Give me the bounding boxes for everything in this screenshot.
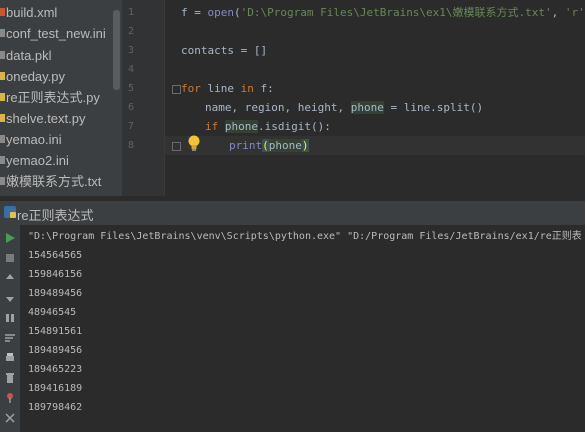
run-tool-window-header: re正则表达式	[0, 200, 585, 226]
lightbulb-icon[interactable]	[187, 134, 201, 152]
code-line-6: name, region, height, phone = line.split…	[205, 98, 483, 117]
tree-item-data-pkl[interactable]: data.pkl	[0, 45, 112, 66]
scroll-down-icon[interactable]	[3, 291, 17, 305]
run-console[interactable]: "D:\Program Files\JetBrains\venv\Scripts…	[20, 225, 585, 432]
python-file-icon	[0, 72, 5, 80]
line-number: 8	[127, 140, 134, 151]
line-number: 7	[127, 121, 134, 132]
tree-item-label: yemao.ini	[6, 132, 62, 147]
print-icon[interactable]	[3, 351, 17, 365]
line-number: 6	[127, 102, 134, 113]
tree-item-label: build.xml	[6, 5, 58, 20]
editor-gutter: 1 2 3 4 5 6 7 8	[122, 0, 165, 196]
trash-icon[interactable]	[3, 371, 17, 385]
ini-file-icon	[0, 135, 5, 143]
tree-item-oneday-py[interactable]: oneday.py	[0, 66, 112, 87]
code-token: )	[301, 139, 309, 152]
tree-item-re-regex-py[interactable]: re正则表达式.py	[0, 87, 112, 108]
code-line-3: contacts = []	[181, 44, 268, 57]
xml-file-icon	[0, 8, 5, 16]
close-icon[interactable]	[3, 411, 17, 425]
fold-marker-icon[interactable]	[172, 142, 181, 151]
python-run-icon	[4, 206, 16, 218]
code-token: for	[181, 82, 201, 95]
code-token: (	[234, 6, 241, 19]
tree-item-yemao-ini[interactable]: yemao.ini	[0, 129, 112, 150]
console-output-line: 48946545	[28, 307, 77, 318]
code-token: phone	[224, 120, 258, 133]
line-number: 3	[127, 45, 134, 56]
tree-item-conf-test-new-ini[interactable]: conf_test_new.ini	[0, 23, 112, 44]
console-output-line: 189416189	[28, 383, 83, 394]
scroll-up-icon[interactable]	[3, 271, 17, 285]
code-token: name, region, height,	[205, 101, 351, 114]
pin-icon[interactable]	[3, 391, 17, 405]
fold-marker-icon[interactable]	[172, 85, 181, 94]
console-command-line: "D:\Program Files\JetBrains\venv\Scripts…	[28, 231, 582, 242]
code-token: (	[262, 139, 269, 152]
tree-item-label: yemao2.ini	[6, 153, 69, 168]
line-number: 4	[127, 64, 134, 75]
python-file-icon	[0, 93, 5, 101]
code-token: print	[229, 139, 263, 152]
tree-item-label: conf_test_new.ini	[6, 26, 106, 41]
code-token: f =	[181, 6, 208, 19]
tree-item-label: re正则表达式.py	[6, 90, 100, 105]
run-side-toolbar	[0, 225, 20, 432]
tree-scrollbar[interactable]	[113, 10, 120, 90]
code-token: 'r'	[564, 6, 585, 19]
code-token: if	[205, 120, 219, 133]
code-line-5: for line in f:	[181, 79, 274, 98]
code-token: .isdigit():	[258, 120, 331, 133]
code-token: = line.split()	[383, 101, 484, 114]
ini-file-icon	[0, 156, 5, 164]
tree-item-label: oneday.py	[6, 69, 66, 84]
code-token: in	[240, 82, 254, 95]
code-line-1: f = open('D:\Program Files\JetBrains\ex1…	[181, 3, 585, 22]
console-output-line: 189489456	[28, 345, 83, 356]
tree-item-label: data.pkl	[6, 48, 52, 63]
code-token: open	[207, 6, 235, 19]
tree-item-build-xml[interactable]: build.xml	[0, 2, 112, 23]
tree-item-label: shelve.text.py	[6, 111, 86, 126]
generic-file-icon	[0, 51, 5, 59]
code-token: 'D:\Program Files\JetBrains\ex1\嫩模联系方式.t…	[240, 6, 552, 19]
code-token: ,	[551, 6, 565, 19]
tree-item-yemao2-ini[interactable]: yemao2.ini	[0, 150, 112, 171]
tree-item-contacts-txt[interactable]: 嫩模联系方式.txt	[0, 171, 112, 192]
rerun-icon[interactable]	[3, 231, 17, 245]
soft-wrap-icon[interactable]	[3, 331, 17, 345]
line-number: 5	[127, 83, 134, 94]
ini-file-icon	[0, 29, 5, 37]
line-number: 2	[127, 26, 134, 37]
console-output-line: 159846156	[28, 269, 83, 280]
stop-icon[interactable]	[3, 251, 17, 265]
tree-item-label: 嫩模联系方式.txt	[6, 174, 102, 189]
console-output-line: 189465223	[28, 364, 83, 375]
text-file-icon	[0, 177, 5, 185]
console-output-line: 189489456	[28, 288, 83, 299]
python-file-icon	[0, 114, 5, 122]
code-token: line	[200, 82, 241, 95]
current-line-highlight	[165, 136, 585, 155]
console-output-line: 154891561	[28, 326, 83, 337]
console-output-line: 154564565	[28, 250, 83, 261]
tree-item-shelve-text-py[interactable]: shelve.text.py	[0, 108, 112, 129]
project-tree: build.xml conf_test_new.ini data.pkl one…	[0, 0, 122, 196]
run-tab-label[interactable]: re正则表达式	[17, 205, 94, 224]
line-number: 1	[127, 7, 134, 18]
console-output-line: 189798462	[28, 402, 83, 413]
code-line-8: print(phone)	[229, 136, 309, 155]
code-line-7: if phone.isdigit():	[205, 117, 331, 136]
code-token: phone	[268, 139, 302, 152]
code-token: phone	[350, 101, 384, 114]
code-token: f:	[253, 82, 274, 95]
code-editor[interactable]: f = open('D:\Program Files\JetBrains\ex1…	[165, 0, 585, 196]
pause-icon[interactable]	[3, 311, 17, 325]
